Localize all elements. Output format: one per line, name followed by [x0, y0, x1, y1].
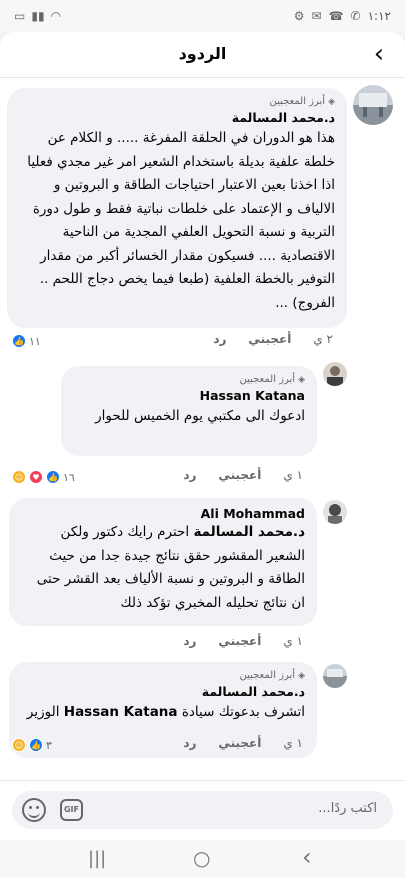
- chevron-left-icon[interactable]: ‹: [365, 41, 393, 69]
- avatar[interactable]: [353, 85, 393, 125]
- recents-button[interactable]: |||: [88, 848, 106, 869]
- comment-actions: ٢ ي أعجبني رد: [213, 332, 333, 346]
- mail-icon: ✉: [311, 9, 322, 23]
- like-button[interactable]: أعجبني: [218, 468, 261, 482]
- reply-button[interactable]: رد: [183, 634, 196, 648]
- whatsapp-icon: ✆: [350, 9, 361, 23]
- avatar[interactable]: [323, 664, 347, 688]
- reply-button[interactable]: رد: [183, 468, 196, 482]
- like-button[interactable]: أعجبني: [218, 634, 261, 648]
- phone-icon: ☎: [328, 9, 344, 23]
- status-bar: ▭ ▮▮ ◠ ⚙ ✉ ☎ ✆ ١:١٢: [0, 0, 405, 32]
- top-fan-badge: ◈ أبرز المعجبين: [269, 96, 335, 107]
- mention-tag[interactable]: د.محمد المسالمة: [193, 524, 305, 540]
- top-fan-badge: ◈ أبرز المعجبين: [239, 670, 305, 681]
- back-nav-button[interactable]: ‹: [302, 843, 312, 871]
- comment-bubble[interactable]: Ali Mohammad د.محمد المسالمة احترم رايك …: [9, 498, 317, 626]
- top-fan-badge: ◈ أبرز المعجبين: [239, 374, 305, 385]
- reactions[interactable]: ☺ ♥ 👍 ١٦: [12, 470, 75, 484]
- comment-actions: ١ ي أعجبني رد: [183, 736, 303, 750]
- comment-author[interactable]: Ali Mohammad: [21, 506, 305, 521]
- mention-tag[interactable]: Hassan Katana: [64, 704, 178, 720]
- reaction-count: ١٦: [63, 470, 75, 484]
- emoji-icon[interactable]: [22, 798, 46, 822]
- reaction-count: ٣: [46, 738, 52, 752]
- comment-time[interactable]: ١ ي: [283, 736, 303, 750]
- like-button[interactable]: أعجبني: [248, 332, 291, 346]
- header: الردود ‹: [0, 32, 405, 78]
- comment-time[interactable]: ١ ي: [283, 468, 303, 482]
- comment-bubble[interactable]: ◈ أبرز المعجبين Hassan Katana ادعوك الى …: [61, 366, 317, 456]
- comment-text: هذا هو الدوران في الحلقة المفرغة ..... و…: [27, 130, 335, 311]
- avatar[interactable]: [323, 500, 347, 524]
- reply-button[interactable]: رد: [183, 736, 196, 750]
- settings-icon: ⚙: [293, 9, 305, 23]
- system-nav-bar: ||| ○ ‹: [0, 840, 405, 878]
- reply-composer: اكتب ردًا... GIF: [0, 780, 405, 840]
- comment-time[interactable]: ٢ ي: [313, 332, 333, 346]
- like-reaction-icon: 👍: [29, 738, 43, 752]
- reactions[interactable]: ☺ 👍 ٣: [12, 738, 52, 752]
- comment-actions: ١ ي أعجبني رد: [183, 634, 303, 648]
- page-title: الردود: [178, 44, 227, 63]
- comment-text: ادعوك الى مكتبي يوم الخميس للحوار: [95, 408, 305, 424]
- care-reaction-icon: ☺: [12, 738, 26, 752]
- comment-author[interactable]: Hassan Katana: [73, 388, 305, 403]
- comment-text: د.محمد المسالمة احترم رايك دكتور ولكن ال…: [36, 524, 305, 611]
- avatar[interactable]: [323, 362, 347, 386]
- signal-icon: ▮▮: [31, 9, 45, 23]
- status-time: ١:١٢: [367, 9, 391, 23]
- reaction-count: ١١: [29, 334, 41, 348]
- comment-author[interactable]: د.محمد المسالمة: [19, 110, 335, 125]
- battery-icon: ▭: [14, 9, 26, 23]
- like-reaction-icon: 👍: [46, 470, 60, 484]
- gif-button[interactable]: GIF: [60, 799, 83, 821]
- reply-input-box[interactable]: اكتب ردًا... GIF: [12, 791, 393, 829]
- home-button[interactable]: ○: [193, 846, 210, 870]
- comment-time[interactable]: ١ ي: [283, 634, 303, 648]
- comment-text: اتشرف بدعوتك سيادة Hassan Katana الوزير: [26, 704, 305, 720]
- comment-author[interactable]: د.محمد المسالمة: [21, 684, 305, 699]
- love-reaction-icon: ♥: [29, 470, 43, 484]
- diamond-icon: ◈: [328, 96, 335, 107]
- diamond-icon: ◈: [298, 670, 305, 681]
- replies-sheet: الردود ‹ ◈ أبرز المعجبين د.محمد المسالمة…: [0, 32, 405, 840]
- reply-button[interactable]: رد: [213, 332, 226, 346]
- like-reaction-icon: 👍: [12, 334, 26, 348]
- like-button[interactable]: أعجبني: [218, 736, 261, 750]
- reactions[interactable]: 👍 ١١: [12, 334, 41, 348]
- diamond-icon: ◈: [298, 374, 305, 385]
- reply-input[interactable]: اكتب ردًا...: [318, 801, 377, 816]
- wifi-icon: ◠: [50, 9, 62, 23]
- comment-actions: ١ ي أعجبني رد: [183, 468, 303, 482]
- comment-bubble[interactable]: ◈ أبرز المعجبين د.محمد المسالمة هذا هو ا…: [7, 88, 347, 328]
- haha-reaction-icon: ☺: [12, 470, 26, 484]
